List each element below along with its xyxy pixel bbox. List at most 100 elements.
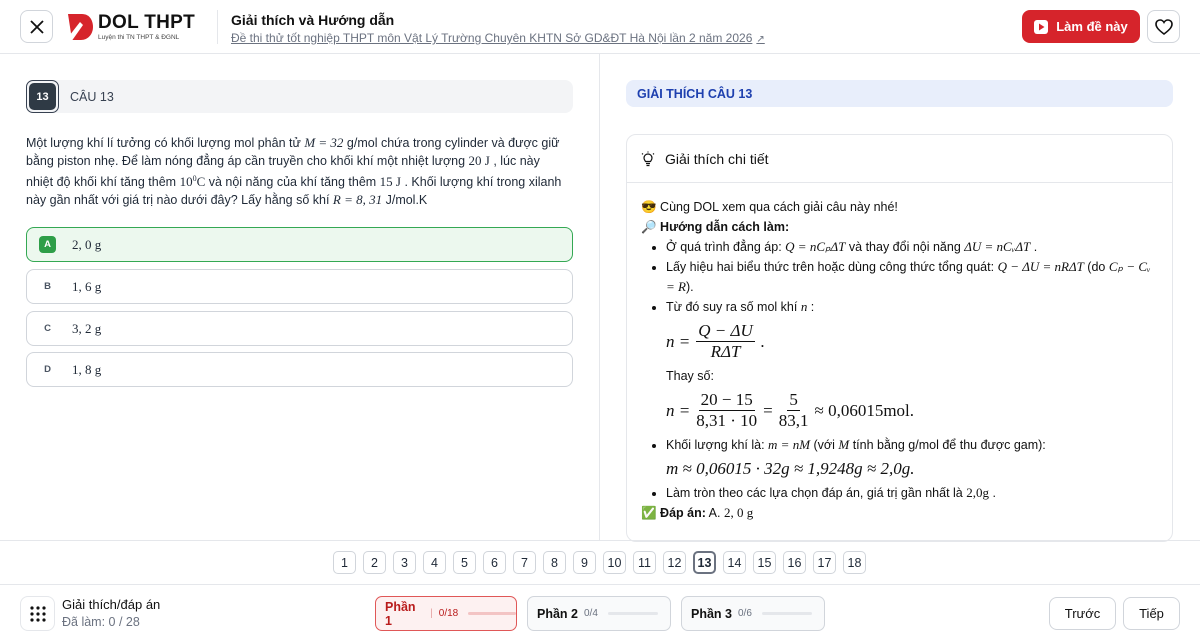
question-nav-18[interactable]: 18 xyxy=(843,551,866,574)
option-value: 2, 0 g xyxy=(72,236,102,252)
question-number-list: 1 2 3 4 5 6 7 8 9 10 11 12 13 14 15 16 17 18 xyxy=(333,551,866,574)
question-nav-6[interactable]: 6 xyxy=(483,551,506,574)
part-count: 0/6 xyxy=(738,608,752,619)
explanation-card: Giải thích chi tiết 😎 Cùng DOL xem qua c… xyxy=(626,134,1173,542)
step-text: Khối lượng khí là: xyxy=(666,438,769,452)
question-nav-15[interactable]: 15 xyxy=(753,551,776,574)
logo-subtitle: Luyện thi TN THPT & ĐGNL xyxy=(98,33,180,41)
favorite-button[interactable] xyxy=(1147,10,1180,43)
question-nav-10[interactable]: 10 xyxy=(603,551,626,574)
question-text-part: J/mol.K xyxy=(382,193,428,208)
close-icon xyxy=(29,19,44,34)
dol-logo-icon xyxy=(66,14,93,42)
explanation-header: GIẢI THÍCH CÂU 13 xyxy=(626,80,1173,107)
option-a[interactable]: A 2, 0 g xyxy=(26,227,573,262)
formula-mol: n = Q − ΔU RΔT . xyxy=(666,321,1158,362)
step-text: tính bằng g/mol để thu được gam): xyxy=(849,438,1046,452)
option-value: 1, 8 g xyxy=(72,361,102,377)
math-unit: C xyxy=(196,174,206,190)
explanation-body: 😎 Cùng DOL xem qua cách giải câu này nhé… xyxy=(627,183,1172,523)
question-nav-16[interactable]: 16 xyxy=(783,551,806,574)
question-nav-9[interactable]: 9 xyxy=(573,551,596,574)
step-text: và thay đổi nội năng xyxy=(845,240,965,254)
question-nav-14[interactable]: 14 xyxy=(723,551,746,574)
math-expression: 15 J xyxy=(379,174,401,190)
prev-button[interactable]: Trước xyxy=(1049,597,1116,630)
option-d[interactable]: D 1, 8 g xyxy=(26,352,573,387)
explanation-panel: GIẢI THÍCH CÂU 13 Giải thích chi tiết 😎 … xyxy=(600,54,1200,542)
heart-icon xyxy=(1154,18,1173,35)
step-text: Làm tròn theo các lựa chọn đáp án, giá t… xyxy=(666,486,967,500)
fraction-denominator: RΔT xyxy=(710,342,741,361)
bottom-bar: Giải thích/đáp án Đã làm: 0 / 28 Phần 1 |… xyxy=(0,584,1200,640)
math-expression: ΔU = nCᵥΔT xyxy=(964,239,1031,254)
question-grid-button[interactable] xyxy=(20,596,55,631)
question-nav-17[interactable]: 17 xyxy=(813,551,836,574)
math-expression: Q = nCₚΔT xyxy=(785,239,846,254)
exam-link[interactable]: Đề thi thử tốt nghiệp THPT môn Vật Lý Tr… xyxy=(231,30,765,48)
question-nav-11[interactable]: 11 xyxy=(633,551,656,574)
start-exam-label: Làm đề này xyxy=(1056,19,1128,34)
question-nav-7[interactable]: 7 xyxy=(513,551,536,574)
fraction: 20 − 15 8,31 · 10 xyxy=(696,390,757,431)
intro-text: 😎 Cùng DOL xem qua cách giải câu này nhé… xyxy=(641,200,898,214)
option-letter: D xyxy=(44,364,51,375)
fraction: 5 83,1 xyxy=(779,390,809,431)
math-expression: 10 xyxy=(179,174,193,190)
top-bar: DOL THPT Luyện thi TN THPT & ĐGNL Giải t… xyxy=(0,0,1200,54)
question-label: CÂU 13 xyxy=(70,89,114,104)
option-letter: A xyxy=(39,236,56,253)
question-nav-5[interactable]: 5 xyxy=(453,551,476,574)
grid-icon xyxy=(29,605,46,622)
answer-letter: A. xyxy=(708,506,721,520)
next-button[interactable]: Tiếp xyxy=(1123,597,1180,630)
part-progress-bar xyxy=(607,612,658,615)
question-text-part: và nội năng của khí tăng thêm xyxy=(205,175,380,190)
part-count: 0/18 xyxy=(438,608,459,619)
question-pager: 1 2 3 4 5 6 7 8 9 10 11 12 13 14 15 16 17 18 xyxy=(0,540,1200,584)
part-label: Phần 3 xyxy=(691,606,732,621)
question-nav-8[interactable]: 8 xyxy=(543,551,566,574)
start-exam-button[interactable]: Làm đề này xyxy=(1022,10,1140,43)
formula-end: . xyxy=(760,331,765,351)
formula-lhs: n = xyxy=(666,400,691,420)
question-nav-2[interactable]: 2 xyxy=(363,551,386,574)
question-number-badge: 13 xyxy=(26,80,59,113)
question-nav-13[interactable]: 13 xyxy=(693,551,716,574)
part-3-tab[interactable]: Phần 3 0/6 xyxy=(681,596,825,631)
part-progress-bar xyxy=(761,612,812,615)
step-4: Khối lượng khí là: m = nM (với M tính bằ… xyxy=(666,435,1158,479)
step-3: Từ đó suy ra số mol khí n : n = Q − ΔURΔ… xyxy=(666,297,1158,431)
option-letter: B xyxy=(44,281,51,292)
final-answer: ✅ Đáp án: A. 2, 0 g xyxy=(641,503,1158,523)
explanation-card-title: Giải thích chi tiết xyxy=(665,150,769,167)
formula-mass: m ≈ 0,06015 · 32g ≈ 1,9248g ≈ 2,0g. xyxy=(666,459,1158,479)
option-c[interactable]: C 3, 2 g xyxy=(26,311,573,346)
math-expression: n xyxy=(800,299,808,314)
explanation-card-header: Giải thích chi tiết xyxy=(627,135,1172,183)
logo[interactable]: DOL THPT Luyện thi TN THPT & ĐGNL xyxy=(66,10,195,44)
footer-title: Giải thích/đáp án xyxy=(62,597,161,612)
question-nav-4[interactable]: 4 xyxy=(423,551,446,574)
math-expression: R = 8, 31 xyxy=(332,192,383,208)
external-link-icon: ↗ xyxy=(756,34,765,45)
math-expression: M xyxy=(838,437,850,452)
question-nav-3[interactable]: 3 xyxy=(393,551,416,574)
answer-value: 2, 0 g xyxy=(723,505,754,520)
question-text-part: Một lượng khí lí tưởng có khối lượng mol… xyxy=(26,136,305,150)
option-b[interactable]: B 1, 6 g xyxy=(26,269,573,304)
close-button[interactable] xyxy=(20,10,53,43)
guide-heading: 🔎 Hướng dẫn cách làm: xyxy=(641,220,790,234)
fraction-numerator: Q − ΔU xyxy=(696,321,755,342)
step-text: Từ đó suy ra số mol khí xyxy=(666,300,801,314)
question-nav-12[interactable]: 12 xyxy=(663,551,686,574)
step-text: (do xyxy=(1083,260,1109,274)
question-nav-1[interactable]: 1 xyxy=(333,551,356,574)
divider xyxy=(217,10,218,44)
part-2-tab[interactable]: Phần 2 0/4 xyxy=(527,596,671,631)
part-1-tab[interactable]: Phần 1 | 0/18 xyxy=(375,596,517,631)
lightbulb-icon xyxy=(641,151,655,166)
option-value: 1, 6 g xyxy=(72,278,102,294)
fraction-denominator: 8,31 · 10 xyxy=(696,411,758,430)
page-title: Giải thích và Hướng dẫn xyxy=(231,12,395,28)
